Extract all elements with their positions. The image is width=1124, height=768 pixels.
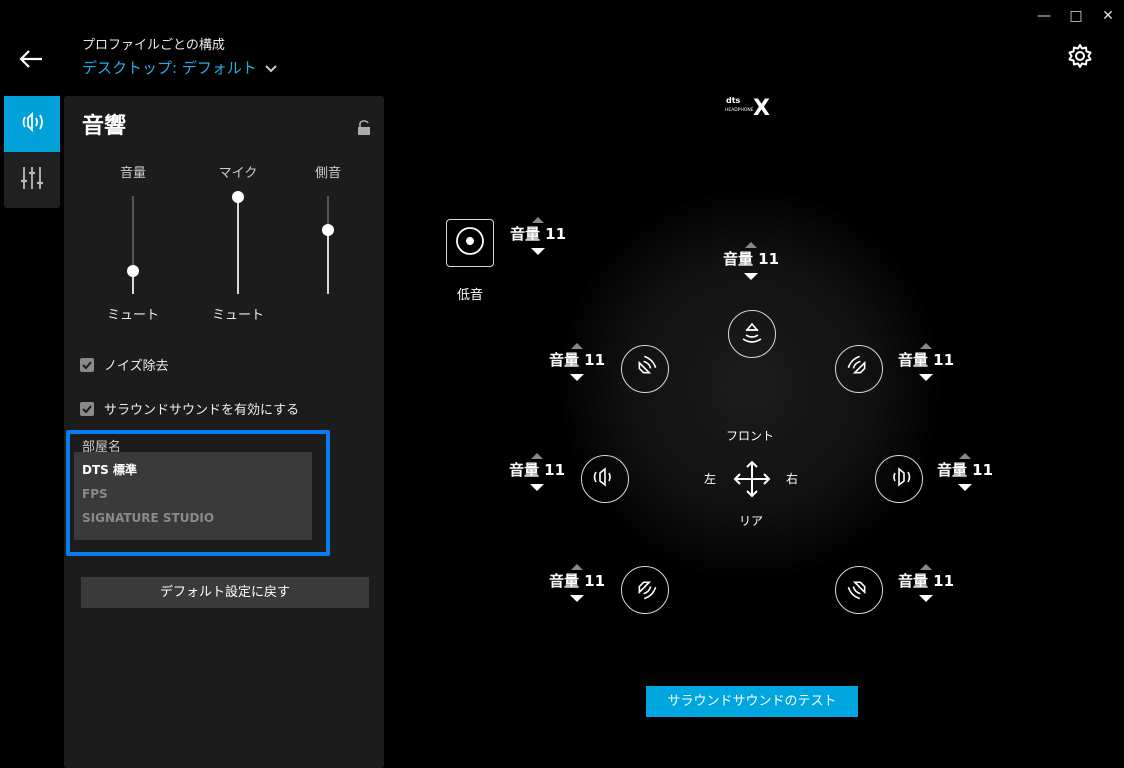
noise-reduction-label: ノイズ除去 xyxy=(104,359,169,374)
back-arrow-icon[interactable] xyxy=(18,46,44,72)
volume-slider-thumb[interactable] xyxy=(127,265,139,277)
chevron-down-icon xyxy=(265,59,277,77)
right-label: 右 xyxy=(786,472,799,486)
surround-enable-label: サラウンドサウンドを有効にする xyxy=(104,403,300,418)
reset-defaults-button[interactable]: デフォルト設定に戻す xyxy=(81,577,369,608)
speaker-icon xyxy=(844,352,874,386)
close-button[interactable]: ✕ xyxy=(1098,8,1118,24)
volume-up-arrow-icon[interactable] xyxy=(571,564,583,570)
surround-test-button[interactable]: サラウンドサウンドのテスト xyxy=(646,686,858,717)
left-volume-text: 音量 11 xyxy=(508,461,566,479)
rear-left-volume-control[interactable]: 音量 11 xyxy=(532,564,622,602)
speaker-icon xyxy=(630,573,660,607)
right-volume-control[interactable]: 音量 11 xyxy=(920,453,1010,491)
rear-right-volume-text: 音量 11 xyxy=(897,572,955,590)
bass-volume-text: 音量 11 xyxy=(509,225,567,243)
front-right-volume-text: 音量 11 xyxy=(897,351,955,369)
left-speaker-button[interactable] xyxy=(581,455,629,503)
front-left-volume-control[interactable]: 音量 11 xyxy=(532,343,622,381)
logo-x-text: X xyxy=(753,96,770,118)
checkmark-icon xyxy=(80,401,94,416)
mic-slider-label: マイク xyxy=(218,166,258,181)
sidetone-slider-label: 側音 xyxy=(314,166,341,181)
gear-icon[interactable] xyxy=(1066,42,1094,70)
rear-left-volume-text: 音量 11 xyxy=(548,572,606,590)
logo-headphone-text: HEADPHONE xyxy=(725,107,754,113)
volume-up-arrow-icon[interactable] xyxy=(959,453,971,459)
right-speaker-button[interactable] xyxy=(875,455,923,503)
minimize-button[interactable]: — xyxy=(1034,8,1054,24)
volume-up-arrow-icon[interactable] xyxy=(571,343,583,349)
surround-enable-checkbox[interactable]: サラウンドサウンドを有効にする xyxy=(80,399,299,418)
panel-title: 音響 xyxy=(82,114,127,139)
left-volume-control[interactable]: 音量 11 xyxy=(492,453,582,491)
volume-down-arrow-icon[interactable] xyxy=(919,595,933,602)
checkmark-icon xyxy=(80,357,94,372)
left-label: 左 xyxy=(704,472,717,486)
sidebar-rail xyxy=(4,96,60,208)
center-speaker-button[interactable] xyxy=(728,310,776,358)
noise-reduction-checkbox[interactable]: ノイズ除去 xyxy=(80,355,169,374)
speaker-icon xyxy=(737,317,767,351)
volume-down-arrow-icon[interactable] xyxy=(531,248,545,255)
mic-slider-thumb[interactable] xyxy=(232,191,244,203)
room-list-highlight xyxy=(66,430,330,556)
move-arrows-icon[interactable] xyxy=(733,460,771,502)
equalizer-icon xyxy=(20,165,44,195)
speaker-icon xyxy=(630,352,660,386)
volume-up-arrow-icon[interactable] xyxy=(920,343,932,349)
volume-down-arrow-icon[interactable] xyxy=(530,484,544,491)
speaker-icon xyxy=(884,462,914,496)
volume-down-arrow-icon[interactable] xyxy=(919,374,933,381)
front-label: フロント xyxy=(726,429,775,443)
bass-volume-control[interactable]: 音量 11 xyxy=(493,217,583,255)
dts-headphone-x-logo: dts HEADPHONE X xyxy=(724,94,780,122)
subwoofer-icon xyxy=(454,225,486,261)
volume-mute-label: ミュート xyxy=(106,308,159,323)
volume-down-arrow-icon[interactable] xyxy=(570,374,584,381)
volume-up-arrow-icon[interactable] xyxy=(532,217,544,223)
rear-left-speaker-button[interactable] xyxy=(621,566,669,614)
rear-right-speaker-button[interactable] xyxy=(835,566,883,614)
volume-slider-label: 音量 xyxy=(119,166,146,181)
volume-down-arrow-icon[interactable] xyxy=(744,273,758,280)
bass-speaker-button[interactable] xyxy=(446,219,494,267)
front-left-speaker-button[interactable] xyxy=(621,345,669,393)
volume-down-arrow-icon[interactable] xyxy=(570,595,584,602)
speaker-icon xyxy=(18,110,46,138)
center-volume-text: 音量 11 xyxy=(722,250,780,268)
logo-dts-text: dts xyxy=(726,96,741,105)
right-volume-text: 音量 11 xyxy=(936,461,994,479)
sidebar-item-equalizer[interactable] xyxy=(4,152,60,208)
speaker-icon xyxy=(590,462,620,496)
acoustics-panel: 音響 音量 ミュート マイク ミュート 側音 ノイズ除去 サラウンドサウンドを有… xyxy=(64,96,384,768)
volume-up-arrow-icon[interactable] xyxy=(920,564,932,570)
front-right-volume-control[interactable]: 音量 11 xyxy=(881,343,971,381)
speaker-icon xyxy=(844,573,874,607)
profile-name: デスクトップ: デフォルト xyxy=(82,59,257,77)
header-subtitle: プロファイルごとの構成 xyxy=(82,38,225,53)
sidetone-slider-thumb[interactable] xyxy=(322,224,334,236)
profile-selector[interactable]: デスクトップ: デフォルト xyxy=(82,57,277,78)
volume-down-arrow-icon[interactable] xyxy=(958,484,972,491)
unlock-icon[interactable] xyxy=(357,120,371,136)
center-volume-control[interactable]: 音量 11 xyxy=(706,242,796,280)
front-left-volume-text: 音量 11 xyxy=(548,351,606,369)
volume-up-arrow-icon[interactable] xyxy=(745,242,757,248)
front-right-speaker-button[interactable] xyxy=(835,345,883,393)
sidebar-item-acoustics[interactable] xyxy=(4,96,60,152)
rear-label: リア xyxy=(739,514,764,528)
mic-mute-label: ミュート xyxy=(211,308,264,323)
volume-up-arrow-icon[interactable] xyxy=(531,453,543,459)
rear-right-volume-control[interactable]: 音量 11 xyxy=(881,564,971,602)
bass-label: 低音 xyxy=(456,288,483,303)
maximize-button[interactable]: □ xyxy=(1066,8,1086,24)
